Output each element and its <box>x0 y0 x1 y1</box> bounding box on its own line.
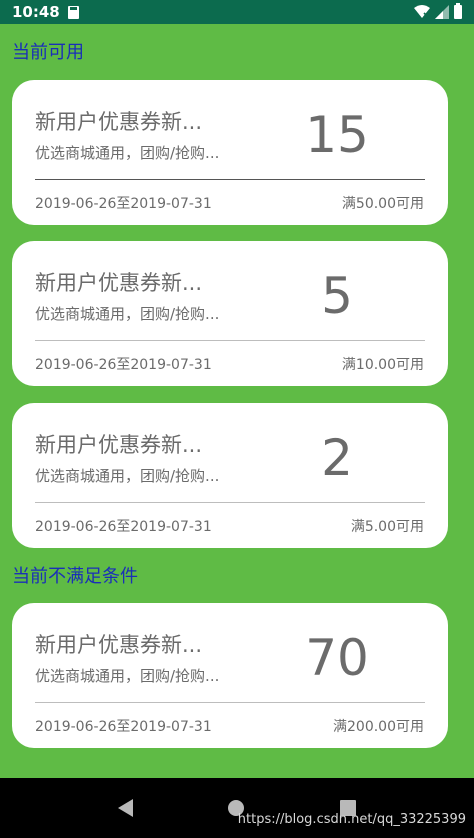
navigation-bar <box>0 778 474 838</box>
coupon-name: 新用户优惠券新... <box>35 271 203 295</box>
coupon-card[interactable]: 新用户优惠券新... 优选商城通用，团购/抢购... 2 2019-06-26至… <box>12 403 448 548</box>
coupon-amount: 5 <box>321 267 353 325</box>
coupon-condition: 满50.00可用 <box>341 196 424 212</box>
watermark: https://blog.csdn.net/qq_33225399 <box>237 812 466 827</box>
coupon-desc: 优选商城通用，团购/抢购... <box>35 144 220 162</box>
coupon-divider <box>35 340 425 341</box>
coupon-divider <box>35 179 425 180</box>
back-icon[interactable] <box>117 799 133 817</box>
section-title-unavailable: 当前不满足条件 <box>12 566 138 587</box>
status-bar: 10:48 <box>0 0 474 24</box>
coupon-desc: 优选商城通用，团购/抢购... <box>35 467 220 485</box>
section-title-available: 当前可用 <box>12 42 84 63</box>
coupon-date: 2019-06-26至2019-07-31 <box>35 196 212 212</box>
coupon-divider <box>35 702 425 703</box>
coupon-amount: 70 <box>305 629 369 687</box>
coupon-condition: 满200.00可用 <box>333 719 424 735</box>
coupon-date: 2019-06-26至2019-07-31 <box>35 719 212 735</box>
coupon-name: 新用户优惠券新... <box>35 110 203 134</box>
coupon-date: 2019-06-26至2019-07-31 <box>35 519 212 535</box>
coupon-name: 新用户优惠券新... <box>35 433 203 457</box>
coupon-card[interactable]: 新用户优惠券新... 优选商城通用，团购/抢购... 70 2019-06-26… <box>12 603 448 748</box>
coupon-amount: 15 <box>305 106 369 164</box>
coupon-divider <box>35 502 425 503</box>
coupon-desc: 优选商城通用，团购/抢购... <box>35 667 220 685</box>
coupon-amount: 2 <box>321 429 353 487</box>
coupon-desc: 优选商城通用，团购/抢购... <box>35 305 220 323</box>
status-right <box>414 3 462 19</box>
signal-icon <box>435 5 449 19</box>
coupon-condition: 满5.00可用 <box>350 519 424 535</box>
sd-card-icon <box>67 5 79 19</box>
status-time: 10:48 <box>12 3 60 21</box>
coupon-name: 新用户优惠券新... <box>35 633 203 657</box>
battery-icon <box>454 3 462 19</box>
coupon-date: 2019-06-26至2019-07-31 <box>35 357 212 373</box>
status-left: 10:48 <box>12 3 79 21</box>
coupon-card[interactable]: 新用户优惠券新... 优选商城通用，团购/抢购... 15 2019-06-26… <box>12 80 448 225</box>
coupon-card[interactable]: 新用户优惠券新... 优选商城通用，团购/抢购... 5 2019-06-26至… <box>12 241 448 386</box>
wifi-icon <box>414 5 430 18</box>
coupon-condition: 满10.00可用 <box>341 357 424 373</box>
